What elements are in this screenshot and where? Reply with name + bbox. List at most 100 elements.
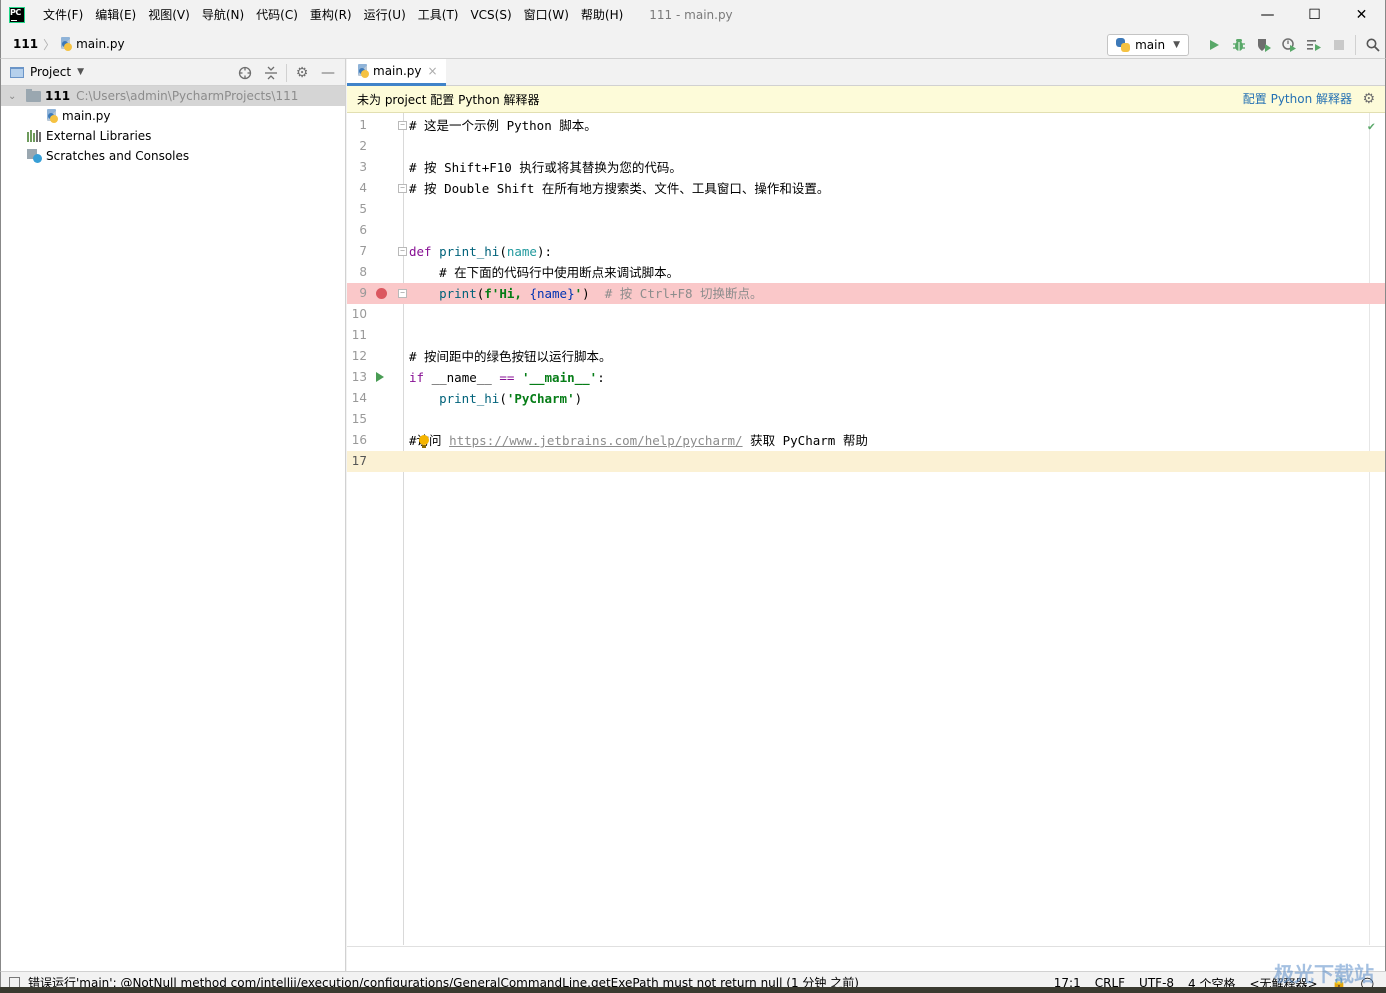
code-line: 2 — [347, 136, 1385, 157]
code-line: 14 print_hi('PyCharm') — [347, 388, 1385, 409]
line-number: 13 — [351, 370, 367, 384]
code-line: 11 — [347, 325, 1385, 346]
run-concurrent-button[interactable] — [1301, 32, 1326, 57]
run-with-coverage-button[interactable] — [1251, 32, 1276, 57]
tree-item-label: main.py — [62, 109, 111, 123]
menu-refactor[interactable]: 重构(R) — [304, 0, 358, 30]
interpreter-notification-banner: 未为 project 配置 Python 解释器 配置 Python 解释器 ⚙ — [347, 86, 1385, 113]
window-controls: — ☐ ✕ — [1244, 0, 1385, 30]
punct: ) — [582, 286, 590, 301]
tree-item-main-py[interactable]: main.py — [1, 106, 345, 126]
gear-icon[interactable]: ⚙ — [1362, 91, 1375, 107]
menu-run[interactable]: 运行(U) — [358, 0, 412, 30]
locate-file-button[interactable] — [232, 62, 258, 84]
menu-window[interactable]: 窗口(W) — [518, 0, 575, 30]
fold-icon[interactable]: − — [398, 247, 407, 256]
line-number: 2 — [359, 139, 367, 153]
line-number: 4 — [359, 181, 367, 195]
debug-button[interactable] — [1226, 32, 1251, 57]
taskbar-strip — [0, 987, 1386, 993]
breadcrumb-file[interactable]: main.py — [76, 37, 125, 51]
code-text: #访问 https://www.jetbrains.com/help/pycha… — [409, 430, 868, 451]
toolbar-separator — [1355, 34, 1356, 55]
configure-interpreter-link[interactable]: 配置 Python 解释器 — [1243, 86, 1352, 113]
menu-edit[interactable]: 编辑(E) — [89, 0, 142, 30]
line-number: 7 — [359, 244, 367, 258]
editor-area: main.py × 未为 project 配置 Python 解释器 配置 Py… — [347, 59, 1386, 971]
comment-hash: # — [409, 433, 417, 448]
tree-item-project-root[interactable]: ⌄ 111 C:\Users\admin\PycharmProjects\111 — [1, 86, 345, 106]
fold-icon[interactable]: − — [398, 184, 407, 193]
line-number: 12 — [351, 349, 367, 363]
fold-icon[interactable]: − — [398, 121, 407, 130]
tree-item-external-libraries[interactable]: External Libraries — [1, 126, 345, 146]
code-line: 13 if __name__ == '__main__': — [347, 367, 1385, 388]
chevron-down-icon[interactable]: ⌄ — [8, 91, 18, 102]
code-line: 16 #访问 https://www.jetbrains.com/help/py… — [347, 430, 1385, 451]
function-name: print_hi — [439, 244, 500, 259]
help-link[interactable]: https://www.jetbrains.com/help/pycharm/ — [449, 433, 743, 448]
run-configuration-selector[interactable]: main ▼ — [1107, 33, 1189, 56]
code-line-breakpoint: 9 − print(f'Hi, {name}') # 按 Ctrl+F8 切换断… — [347, 283, 1385, 304]
maximize-button[interactable]: ☐ — [1291, 0, 1338, 30]
editor-tabs: main.py × — [347, 59, 1385, 86]
line-number: 15 — [351, 412, 367, 426]
lightbulb-icon[interactable] — [419, 435, 429, 448]
python-file-icon — [357, 64, 370, 78]
crosshair-icon — [238, 66, 252, 79]
code-text: print(f'Hi, {name}') # 按 Ctrl+F8 切换断点。 — [409, 283, 763, 304]
builtin: print — [439, 286, 477, 301]
python-icon — [1116, 37, 1131, 52]
comment: # 按 Ctrl+F8 切换断点。 — [604, 286, 763, 301]
code-text: if __name__ == '__main__': — [409, 367, 605, 388]
tab-main-py[interactable]: main.py × — [347, 59, 446, 86]
operator: == — [499, 370, 515, 385]
tree-item-label: 111 — [45, 89, 71, 103]
breakpoint-icon[interactable] — [376, 288, 387, 299]
profile-button[interactable] — [1276, 32, 1301, 57]
search-everywhere-button[interactable] — [1360, 32, 1385, 57]
collapse-all-button[interactable] — [258, 62, 284, 84]
breadcrumb-project[interactable]: 111 — [13, 37, 38, 51]
menu-help[interactable]: 帮助(H) — [575, 0, 629, 30]
navigation-bar: 111 〉 main.py main ▼ — [0, 30, 1386, 59]
menu-navigate[interactable]: 导航(N) — [196, 0, 250, 30]
minimize-button[interactable]: — — [1244, 0, 1291, 30]
chevron-down-icon[interactable]: ▼ — [77, 67, 84, 77]
fold-icon[interactable]: − — [398, 289, 407, 298]
tree-item-label: Scratches and Consoles — [46, 149, 190, 163]
code-text: # 按 Shift+F10 执行或将其替换为您的代码。 — [409, 160, 682, 175]
project-panel-actions: ⚙ — — [232, 59, 341, 86]
stop-button[interactable] — [1326, 32, 1351, 57]
line-number: 5 — [359, 202, 367, 216]
menu-tools[interactable]: 工具(T) — [412, 0, 465, 30]
menu-file[interactable]: 文件(F) — [37, 0, 89, 30]
code-line: 4 − # 按 Double Shift 在所有地方搜索类、文件、工具窗口、操作… — [347, 178, 1385, 199]
code-editor[interactable]: ✔ 1 − # 这是一个示例 Python 脚本。 2 3 # 按 Shift+… — [347, 113, 1385, 945]
run-configuration-label: main — [1135, 37, 1166, 52]
run-gutter-icon[interactable] — [376, 372, 384, 382]
panel-options-button[interactable]: ⚙ — [289, 62, 315, 84]
tab-label: main.py — [373, 64, 422, 78]
run-button[interactable] — [1201, 32, 1226, 57]
function-call: print_hi — [439, 391, 500, 406]
string: 'PyCharm' — [506, 391, 575, 406]
fstring-brace: } — [567, 286, 575, 301]
panel-separator — [286, 63, 287, 82]
fstring: f'Hi, — [484, 286, 530, 301]
menu-vcs[interactable]: VCS(S) — [464, 0, 517, 30]
tree-item-scratches[interactable]: Scratches and Consoles — [1, 146, 345, 166]
code-line: 10 — [347, 304, 1385, 325]
menu-view[interactable]: 视图(V) — [142, 0, 196, 30]
line-number: 1 — [359, 118, 367, 132]
profile-icon — [1281, 37, 1296, 52]
close-button[interactable]: ✕ — [1338, 0, 1385, 30]
punct: ( — [499, 244, 507, 259]
close-tab-icon[interactable]: × — [428, 64, 438, 78]
editor-bottom-border — [347, 946, 1385, 947]
hide-panel-button[interactable]: — — [315, 62, 341, 84]
project-view-selector[interactable]: Project — [30, 65, 71, 79]
menu-code[interactable]: 代码(C) — [250, 0, 304, 30]
fstring-brace: { — [529, 286, 537, 301]
project-panel-header: Project ▼ ⚙ — — [1, 59, 345, 86]
